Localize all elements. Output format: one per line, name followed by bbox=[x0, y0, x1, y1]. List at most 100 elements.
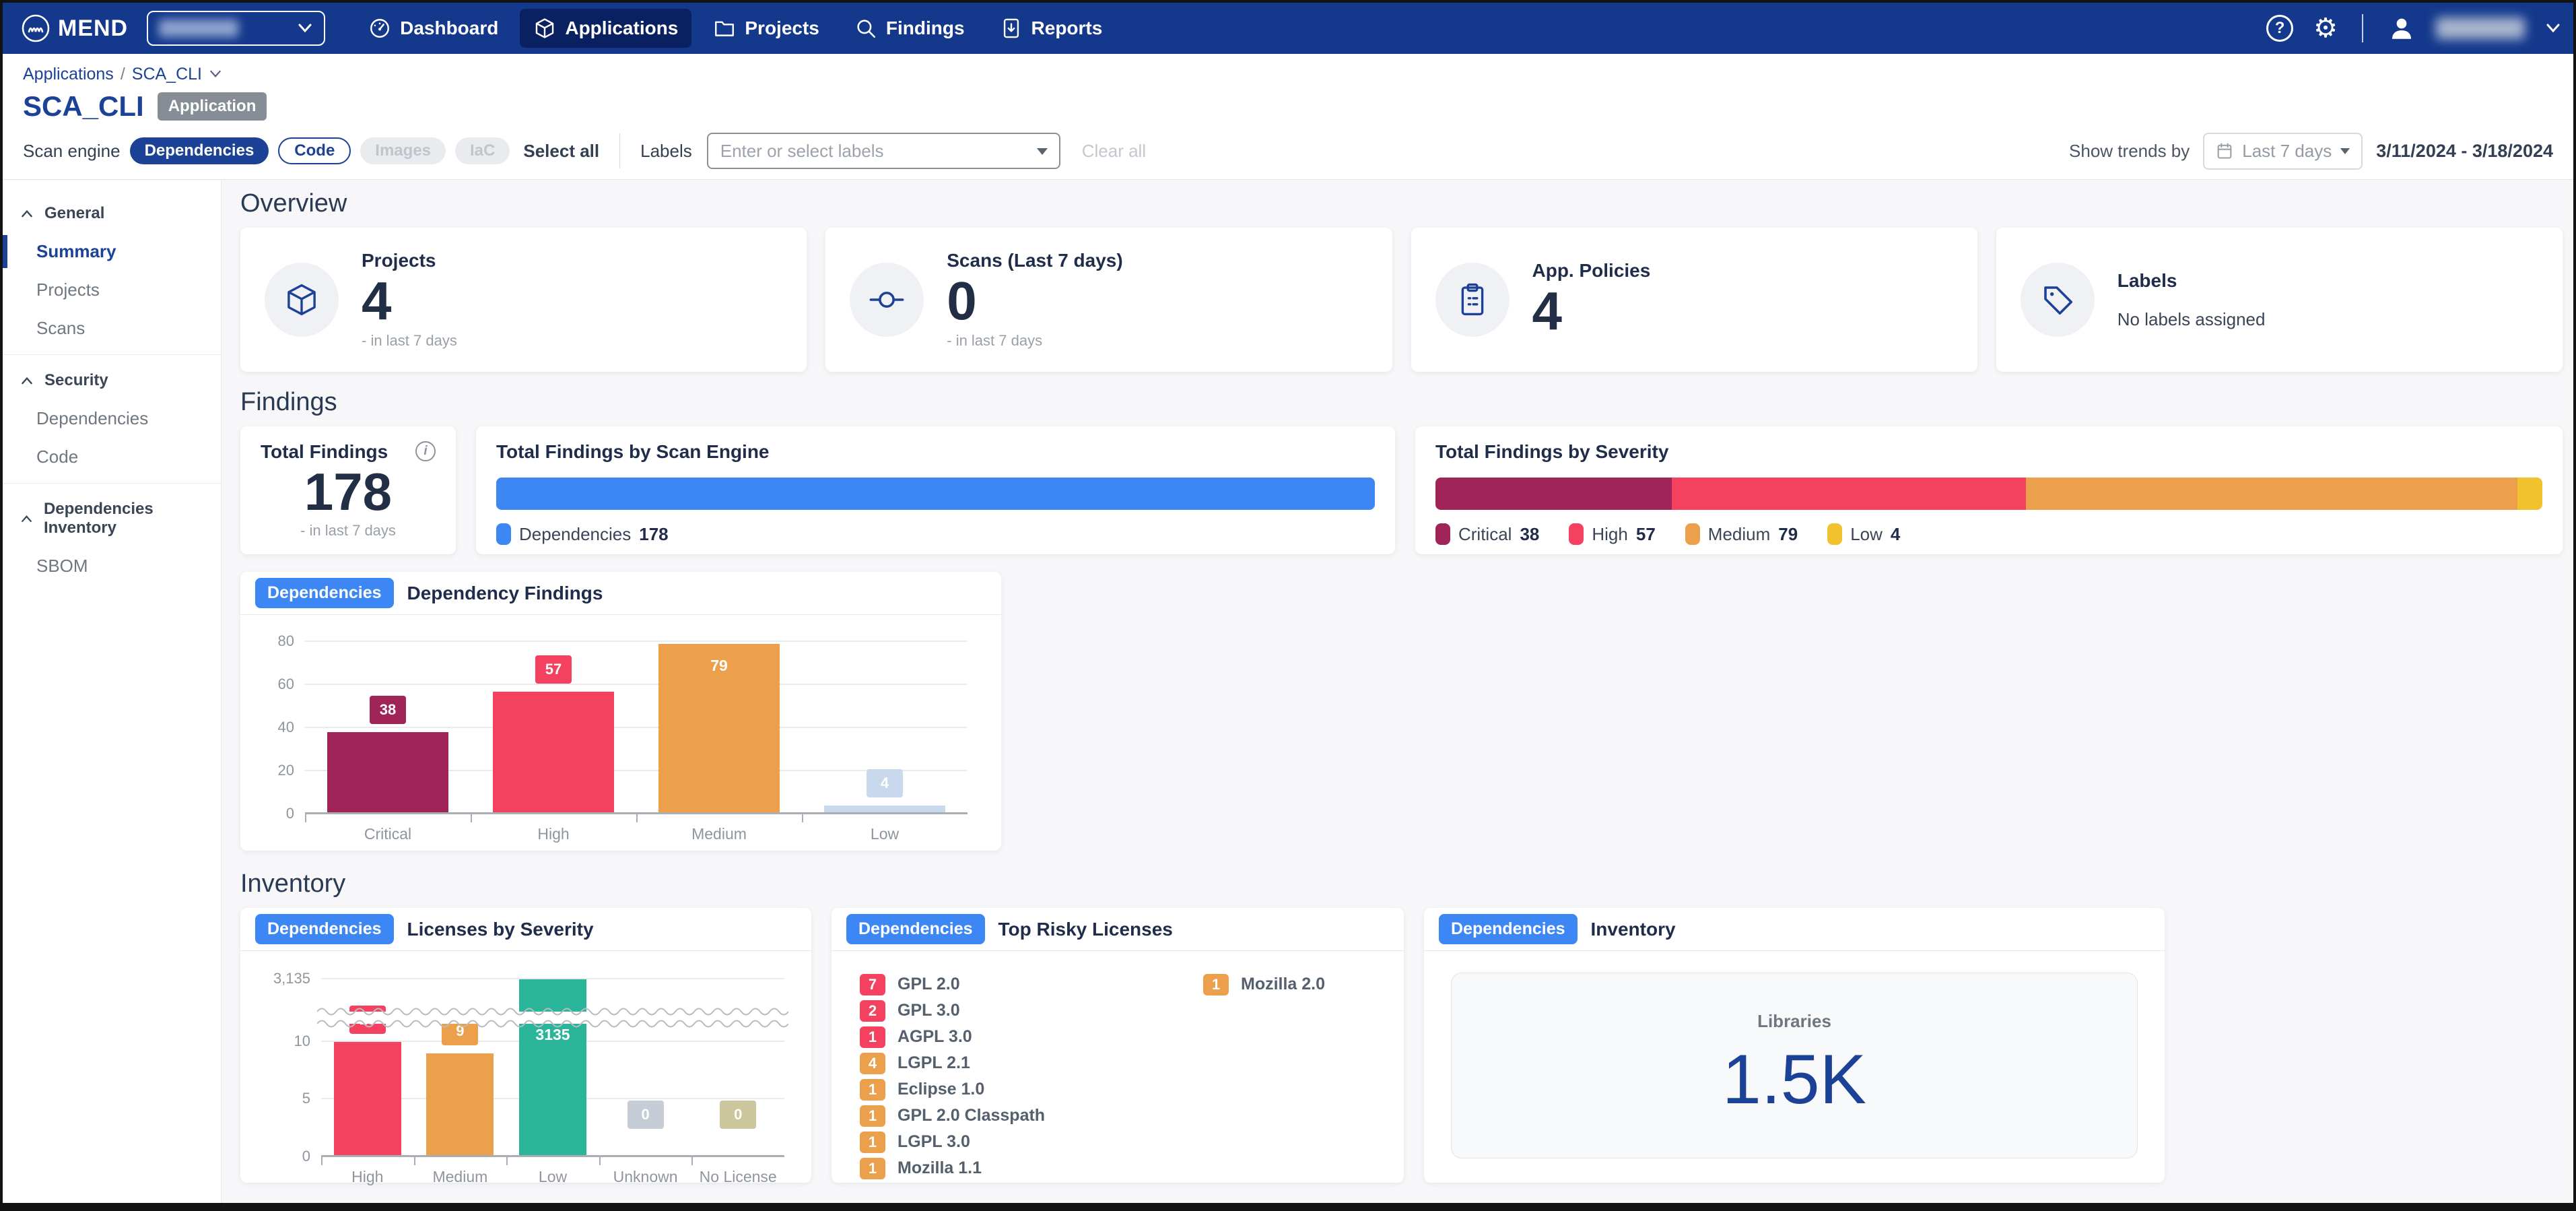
license-count-badge: 1 bbox=[860, 1132, 885, 1153]
findings-cards: Total Findings i 178 - in last 7 days To… bbox=[240, 426, 2563, 554]
settings-button[interactable]: ⚙ bbox=[2313, 15, 2338, 42]
total-findings-note: - in last 7 days bbox=[261, 522, 436, 539]
chevron-up-icon bbox=[20, 376, 34, 385]
bar-critical[interactable] bbox=[327, 732, 448, 814]
breadcrumb-applications[interactable]: Applications bbox=[23, 65, 114, 84]
engine-pill-dependencies[interactable]: Dependencies bbox=[130, 137, 269, 164]
sidebar-item-code[interactable]: Code bbox=[3, 438, 221, 476]
overview-heading: Overview bbox=[240, 189, 2563, 218]
license-item[interactable]: 1Mozilla 2.0 bbox=[1203, 971, 1376, 997]
license-count-badge: 1 bbox=[860, 1026, 885, 1048]
application-type-badge: Application bbox=[158, 92, 267, 121]
help-button[interactable]: ? bbox=[2266, 15, 2293, 42]
help-icon: ? bbox=[2266, 15, 2293, 42]
license-item[interactable]: 7 GPL 2.0 bbox=[860, 971, 1129, 997]
sidebar-item-sbom[interactable]: SBOM bbox=[3, 547, 221, 585]
bar-value-label: 3135 bbox=[535, 1026, 570, 1044]
chart-title: Licenses by Severity bbox=[407, 919, 594, 940]
info-icon[interactable]: i bbox=[415, 441, 436, 461]
org-selector-dropdown[interactable] bbox=[147, 11, 325, 46]
x-axis-label: No License bbox=[700, 1168, 777, 1186]
card-value: 4 bbox=[1532, 283, 1651, 339]
title-row: SCA_CLI Application bbox=[23, 89, 2553, 124]
bar-high[interactable] bbox=[334, 1042, 401, 1157]
license-item[interactable]: 1Eclipse 1.0 bbox=[860, 1076, 1129, 1103]
labels-card[interactable]: Labels No labels assigned bbox=[1996, 228, 2563, 372]
license-item[interactable]: 1Mozilla 1.1 bbox=[860, 1155, 1129, 1181]
segment-medium bbox=[2026, 478, 2517, 510]
bar-low[interactable] bbox=[519, 979, 586, 1157]
x-axis-label: Medium bbox=[691, 825, 747, 843]
trends-period-dropdown[interactable]: Last 7 days bbox=[2203, 133, 2363, 170]
risky-licenses-list: 7 GPL 2.0 2GPL 3.01AGPL 3.04LGPL 2.11Eclip… bbox=[860, 971, 1376, 1181]
license-name: GPL 2.0 bbox=[897, 975, 960, 994]
card-title: Total Findings by Scan Engine bbox=[496, 441, 770, 462]
bar-value-label: 0 bbox=[628, 1101, 664, 1129]
chevron-down-icon[interactable] bbox=[2545, 23, 2561, 34]
breadcrumb-separator: / bbox=[121, 65, 125, 84]
inventory-heading: Inventory bbox=[240, 870, 2563, 898]
dependencies-badge[interactable]: Dependencies bbox=[255, 914, 394, 944]
nav-item-findings[interactable]: Findings bbox=[841, 9, 978, 48]
legend-value: 178 bbox=[639, 524, 668, 545]
dependencies-badge[interactable]: Dependencies bbox=[846, 914, 985, 944]
dependencies-badge[interactable]: Dependencies bbox=[255, 578, 394, 608]
license-count-badge: 1 bbox=[860, 1079, 885, 1101]
license-item[interactable]: 1AGPL 3.0 bbox=[860, 1024, 1129, 1050]
nav-item-applications[interactable]: Applications bbox=[520, 9, 691, 48]
scans-card[interactable]: Scans (Last 7 days) 0 - in last 7 days bbox=[825, 228, 1392, 372]
legend-swatch bbox=[496, 523, 511, 545]
card-note: - in last 7 days bbox=[362, 332, 457, 350]
nav-item-dashboard[interactable]: Dashboard bbox=[355, 9, 512, 48]
tag-icon bbox=[2039, 282, 2076, 318]
bar-value-label: 38 bbox=[370, 696, 406, 724]
chevron-down-icon[interactable] bbox=[209, 69, 222, 79]
legend-value: 4 bbox=[1891, 524, 1900, 545]
segment-dependencies bbox=[496, 478, 1375, 510]
sidebar-group-dependencies-inventory[interactable]: Dependencies Inventory bbox=[3, 490, 221, 547]
user-avatar-icon[interactable] bbox=[2387, 14, 2416, 42]
dropdown-arrow-icon[interactable] bbox=[1036, 148, 1048, 156]
labels-select bbox=[707, 133, 1060, 169]
nav-item-reports[interactable]: Reports bbox=[986, 9, 1116, 48]
license-count-badge: 2 bbox=[860, 1000, 885, 1022]
projects-card[interactable]: Projects 4 - in last 7 days bbox=[240, 228, 807, 372]
app-policies-card[interactable]: App. Policies 4 bbox=[1411, 228, 1977, 372]
license-item[interactable]: 1LGPL 3.0 bbox=[860, 1129, 1129, 1155]
x-axis-label: Low bbox=[871, 825, 899, 843]
bar-high[interactable] bbox=[493, 692, 614, 814]
engine-pill-iac: IaC bbox=[455, 137, 510, 164]
sidebar-item-scans[interactable]: Scans bbox=[3, 309, 221, 348]
card-title: App. Policies bbox=[1532, 260, 1651, 282]
sidebar-item-projects[interactable]: Projects bbox=[3, 271, 221, 309]
nav-item-projects[interactable]: Projects bbox=[700, 9, 833, 48]
license-count-badge: 7 bbox=[860, 974, 885, 995]
segment-high bbox=[1672, 478, 2026, 510]
card-title: Scans (Last 7 days) bbox=[947, 250, 1122, 271]
license-name: Mozilla 2.0 bbox=[1241, 975, 1325, 994]
licenses-by-severity-card: Dependencies Licenses by Severity 05103,… bbox=[240, 908, 811, 1183]
license-item[interactable]: 2GPL 3.0 bbox=[860, 997, 1129, 1024]
mend-logo[interactable]: MEND bbox=[20, 13, 128, 44]
engine-pill-code[interactable]: Code bbox=[278, 137, 351, 164]
labels-input[interactable] bbox=[707, 133, 1060, 169]
sidebar-item-dependencies[interactable]: Dependencies bbox=[3, 399, 221, 438]
select-all-button[interactable]: Select all bbox=[523, 141, 599, 162]
license-item[interactable]: 4LGPL 2.1 bbox=[860, 1050, 1129, 1076]
top-risky-licenses-card: Dependencies Top Risky Licenses 7GPL 2.0… bbox=[832, 908, 1404, 1183]
license-item[interactable]: 1GPL 2.0 Classpath bbox=[860, 1103, 1129, 1129]
engine-stacked-bar[interactable] bbox=[496, 478, 1375, 510]
bar-medium[interactable] bbox=[426, 1053, 494, 1157]
dependency-findings-chart: 02040608038Critical57High79Medium4Low bbox=[305, 642, 968, 814]
sidebar-group-general[interactable]: General bbox=[3, 195, 221, 232]
severity-legend: Critical38High57Medium79Low4 bbox=[1435, 523, 2542, 545]
trends-controls: Show trends by Last 7 days 3/11/2024 - 3… bbox=[2069, 133, 2553, 170]
dashboard-gauge-icon bbox=[368, 17, 391, 40]
brand-name: MEND bbox=[58, 15, 128, 42]
legend-value: 57 bbox=[1636, 524, 1656, 545]
severity-stacked-bar[interactable] bbox=[1435, 478, 2542, 510]
breadcrumb-current[interactable]: SCA_CLI bbox=[132, 65, 202, 84]
sidebar-group-security[interactable]: Security bbox=[3, 362, 221, 399]
dependencies-badge[interactable]: Dependencies bbox=[1439, 914, 1578, 944]
sidebar-item-summary[interactable]: Summary bbox=[3, 232, 221, 271]
